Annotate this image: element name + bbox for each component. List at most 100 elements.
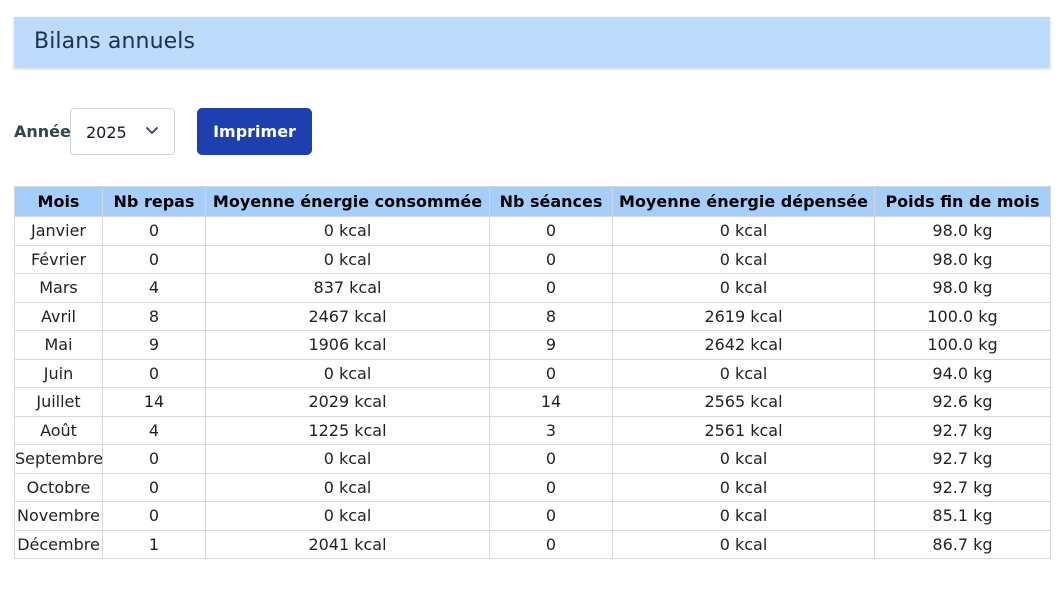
cell-meals: 0 <box>102 244 206 274</box>
table-row: Août 4 1225 kcal 3 2561 kcal 92.7 kg <box>14 415 1051 445</box>
cell-sessions: 0 <box>489 529 613 559</box>
cell-weight: 94.0 kg <box>874 358 1051 388</box>
cell-weight: 86.7 kg <box>874 529 1051 559</box>
column-header-energie-depensee: Moyenne énergie dépensée <box>612 186 875 217</box>
cell-month: Février <box>14 244 103 274</box>
cell-energy-spent: 0 kcal <box>612 501 875 531</box>
cell-weight: 98.0 kg <box>874 273 1051 303</box>
year-label: Année <box>14 122 71 141</box>
cell-energy-consumed: 837 kcal <box>205 273 490 303</box>
cell-energy-consumed: 2029 kcal <box>205 387 490 417</box>
cell-month: Avril <box>14 301 103 331</box>
cell-meals: 0 <box>102 444 206 474</box>
cell-sessions: 0 <box>489 358 613 388</box>
year-select-value: 2025 <box>86 123 127 142</box>
cell-energy-spent: 0 kcal <box>612 529 875 559</box>
chevron-down-icon <box>146 127 158 134</box>
cell-energy-consumed: 0 kcal <box>205 444 490 474</box>
cell-weight: 98.0 kg <box>874 216 1051 246</box>
cell-energy-spent: 0 kcal <box>612 216 875 246</box>
cell-weight: 92.7 kg <box>874 444 1051 474</box>
cell-month: Août <box>14 415 103 445</box>
cell-meals: 8 <box>102 301 206 331</box>
cell-energy-spent: 2565 kcal <box>612 387 875 417</box>
cell-energy-consumed: 1906 kcal <box>205 330 490 360</box>
page-header: Bilans annuels <box>14 17 1050 68</box>
table-row: Juin 0 0 kcal 0 0 kcal 94.0 kg <box>14 358 1051 388</box>
cell-energy-consumed: 1225 kcal <box>205 415 490 445</box>
cell-month: Octobre <box>14 472 103 502</box>
cell-month: Mars <box>14 273 103 303</box>
table-row: Mai 9 1906 kcal 9 2642 kcal 100.0 kg <box>14 330 1051 360</box>
cell-energy-consumed: 0 kcal <box>205 501 490 531</box>
cell-energy-consumed: 0 kcal <box>205 244 490 274</box>
cell-sessions: 0 <box>489 501 613 531</box>
cell-sessions: 0 <box>489 216 613 246</box>
cell-meals: 0 <box>102 472 206 502</box>
table-row: Octobre 0 0 kcal 0 0 kcal 92.7 kg <box>14 472 1051 502</box>
cell-energy-spent: 0 kcal <box>612 273 875 303</box>
cell-sessions: 0 <box>489 472 613 502</box>
cell-energy-spent: 0 kcal <box>612 244 875 274</box>
cell-energy-spent: 0 kcal <box>612 472 875 502</box>
cell-energy-spent: 0 kcal <box>612 358 875 388</box>
cell-weight: 100.0 kg <box>874 301 1051 331</box>
column-header-nb-seances: Nb séances <box>489 186 613 217</box>
cell-month: Novembre <box>14 501 103 531</box>
cell-month: Décembre <box>14 529 103 559</box>
table-row: Décembre 1 2041 kcal 0 0 kcal 86.7 kg <box>14 529 1051 559</box>
table-row: Juillet 14 2029 kcal 14 2565 kcal 92.6 k… <box>14 387 1051 417</box>
cell-month: Septembre <box>14 444 103 474</box>
cell-sessions: 14 <box>489 387 613 417</box>
cell-meals: 1 <box>102 529 206 559</box>
cell-energy-consumed: 0 kcal <box>205 216 490 246</box>
table-row: Septembre 0 0 kcal 0 0 kcal 92.7 kg <box>14 444 1051 474</box>
table-row: Avril 8 2467 kcal 8 2619 kcal 100.0 kg <box>14 301 1051 331</box>
column-header-poids: Poids fin de mois <box>874 186 1051 217</box>
cell-energy-consumed: 2041 kcal <box>205 529 490 559</box>
cell-weight: 92.7 kg <box>874 472 1051 502</box>
table-row: Février 0 0 kcal 0 0 kcal 98.0 kg <box>14 244 1051 274</box>
cell-weight: 85.1 kg <box>874 501 1051 531</box>
cell-energy-consumed: 0 kcal <box>205 472 490 502</box>
cell-sessions: 0 <box>489 444 613 474</box>
cell-weight: 100.0 kg <box>874 330 1051 360</box>
year-select[interactable]: 2025 <box>70 108 175 155</box>
column-header-energie-consommee: Moyenne énergie consommée <box>205 186 490 217</box>
cell-weight: 92.6 kg <box>874 387 1051 417</box>
print-button[interactable]: Imprimer <box>197 108 312 155</box>
cell-sessions: 3 <box>489 415 613 445</box>
cell-sessions: 9 <box>489 330 613 360</box>
table-row: Novembre 0 0 kcal 0 0 kcal 85.1 kg <box>14 501 1051 531</box>
page-title: Bilans annuels <box>34 29 196 54</box>
cell-weight: 92.7 kg <box>874 415 1051 445</box>
cell-weight: 98.0 kg <box>874 244 1051 274</box>
cell-meals: 9 <box>102 330 206 360</box>
controls-bar: Année 2025 Imprimer <box>14 108 414 155</box>
cell-sessions: 0 <box>489 273 613 303</box>
cell-energy-consumed: 2467 kcal <box>205 301 490 331</box>
cell-energy-spent: 2642 kcal <box>612 330 875 360</box>
cell-energy-spent: 0 kcal <box>612 444 875 474</box>
cell-energy-spent: 2561 kcal <box>612 415 875 445</box>
cell-energy-spent: 2619 kcal <box>612 301 875 331</box>
annual-summary-table: Mois Nb repas Moyenne énergie consommée … <box>14 186 1051 559</box>
cell-month: Juillet <box>14 387 103 417</box>
cell-meals: 0 <box>102 358 206 388</box>
cell-month: Juin <box>14 358 103 388</box>
cell-month: Janvier <box>14 216 103 246</box>
column-header-nb-repas: Nb repas <box>102 186 206 217</box>
table-row: Mars 4 837 kcal 0 0 kcal 98.0 kg <box>14 273 1051 303</box>
table-header-row: Mois Nb repas Moyenne énergie consommée … <box>14 186 1051 217</box>
cell-meals: 4 <box>102 415 206 445</box>
column-header-mois: Mois <box>14 186 103 217</box>
cell-sessions: 0 <box>489 244 613 274</box>
cell-energy-consumed: 0 kcal <box>205 358 490 388</box>
cell-month: Mai <box>14 330 103 360</box>
cell-meals: 4 <box>102 273 206 303</box>
table-row: Janvier 0 0 kcal 0 0 kcal 98.0 kg <box>14 216 1051 246</box>
cell-meals: 14 <box>102 387 206 417</box>
cell-meals: 0 <box>102 216 206 246</box>
cell-sessions: 8 <box>489 301 613 331</box>
cell-meals: 0 <box>102 501 206 531</box>
